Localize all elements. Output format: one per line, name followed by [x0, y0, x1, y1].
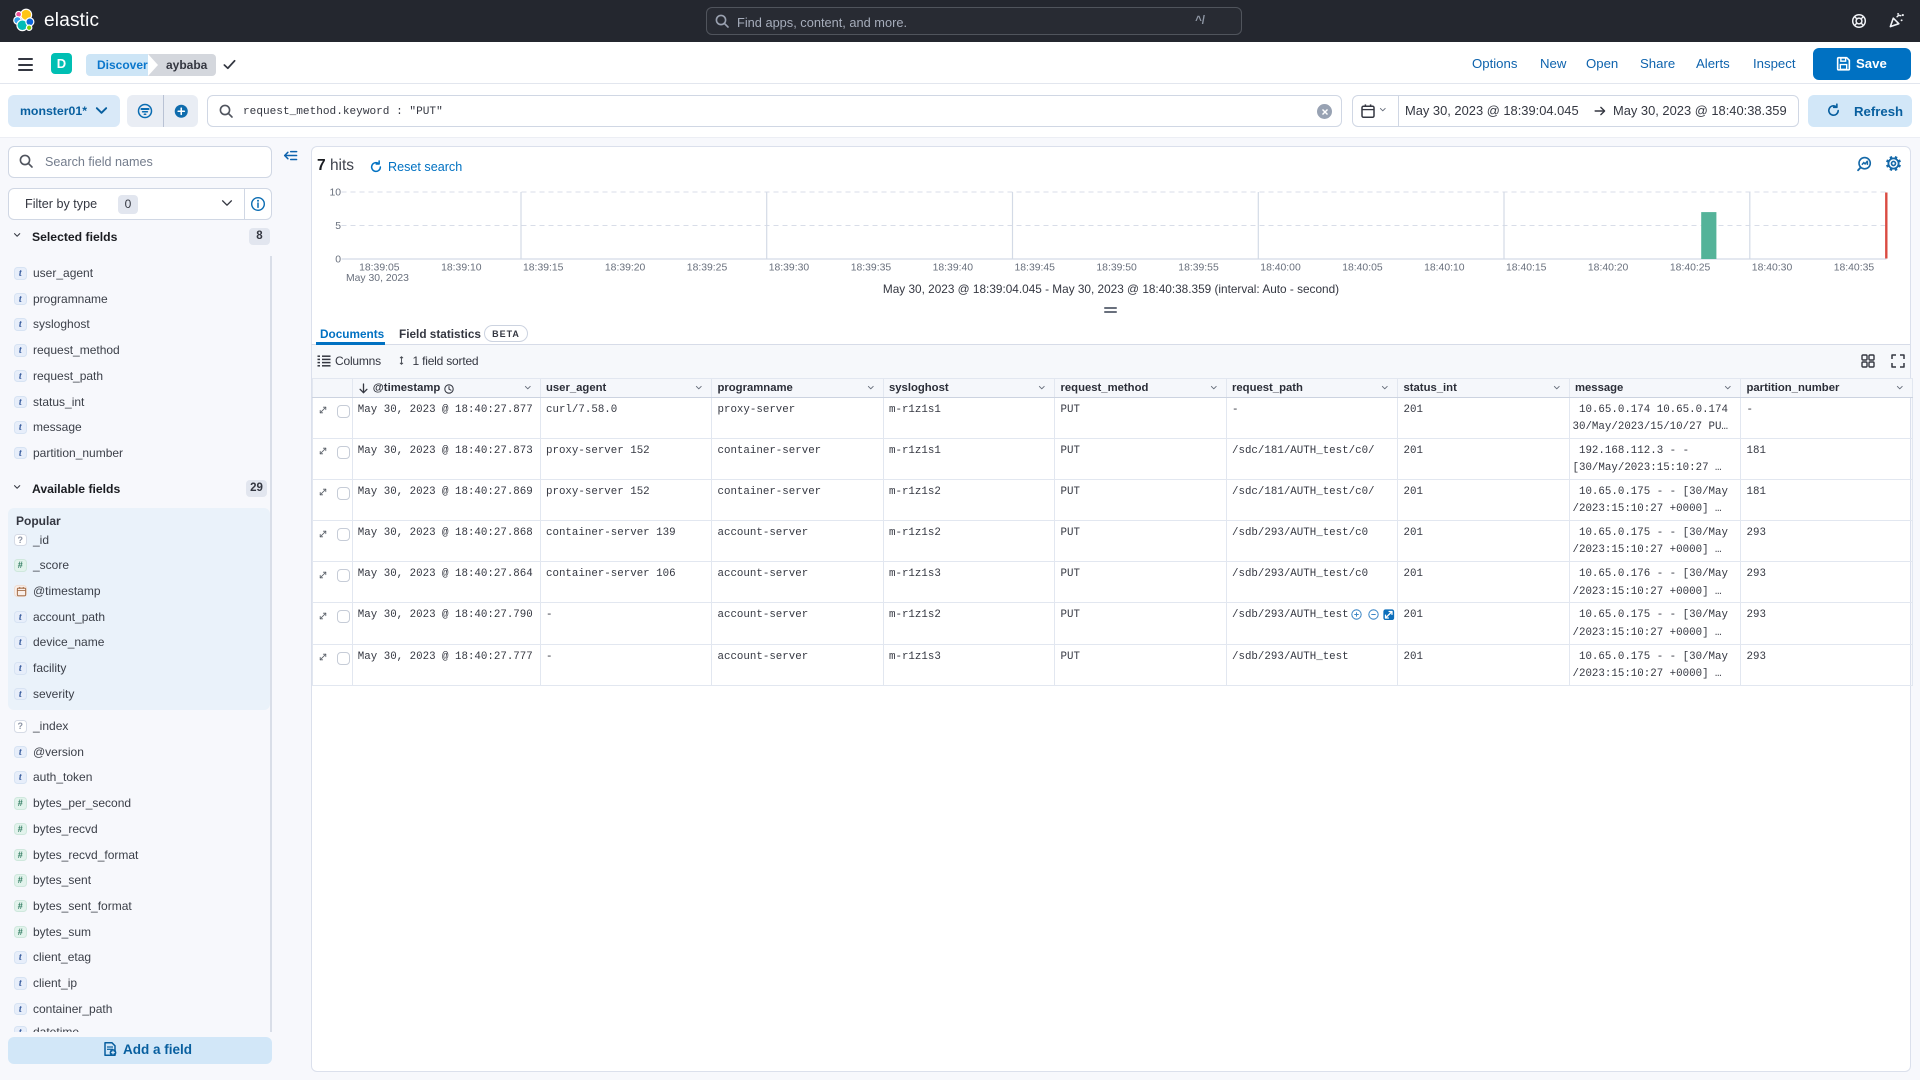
svg-text:18:40:10: 18:40:10: [1424, 263, 1465, 274]
svg-text:18:39:25: 18:39:25: [687, 263, 728, 274]
svg-text:18:40:20: 18:40:20: [1588, 263, 1629, 274]
svg-text:18:39:45: 18:39:45: [1015, 263, 1056, 274]
svg-text:18:40:00: 18:40:00: [1260, 263, 1301, 274]
svg-text:0: 0: [335, 255, 341, 266]
svg-text:18:40:35: 18:40:35: [1834, 263, 1875, 274]
svg-text:18:39:10: 18:39:10: [441, 263, 482, 274]
svg-text:18:40:05: 18:40:05: [1342, 263, 1383, 274]
svg-text:18:39:55: 18:39:55: [1178, 263, 1219, 274]
svg-text:10: 10: [329, 188, 341, 199]
svg-text:5: 5: [335, 221, 341, 232]
svg-text:18:39:05: 18:39:05: [359, 263, 400, 274]
svg-text:18:40:30: 18:40:30: [1752, 263, 1793, 274]
svg-text:18:40:25: 18:40:25: [1670, 263, 1711, 274]
svg-text:18:39:40: 18:39:40: [933, 263, 974, 274]
svg-text:18:39:20: 18:39:20: [605, 263, 646, 274]
svg-text:18:39:50: 18:39:50: [1096, 263, 1137, 274]
svg-text:18:39:15: 18:39:15: [523, 263, 564, 274]
svg-text:18:40:15: 18:40:15: [1506, 263, 1547, 274]
svg-text:18:39:35: 18:39:35: [851, 263, 892, 274]
svg-text:18:39:30: 18:39:30: [769, 263, 810, 274]
